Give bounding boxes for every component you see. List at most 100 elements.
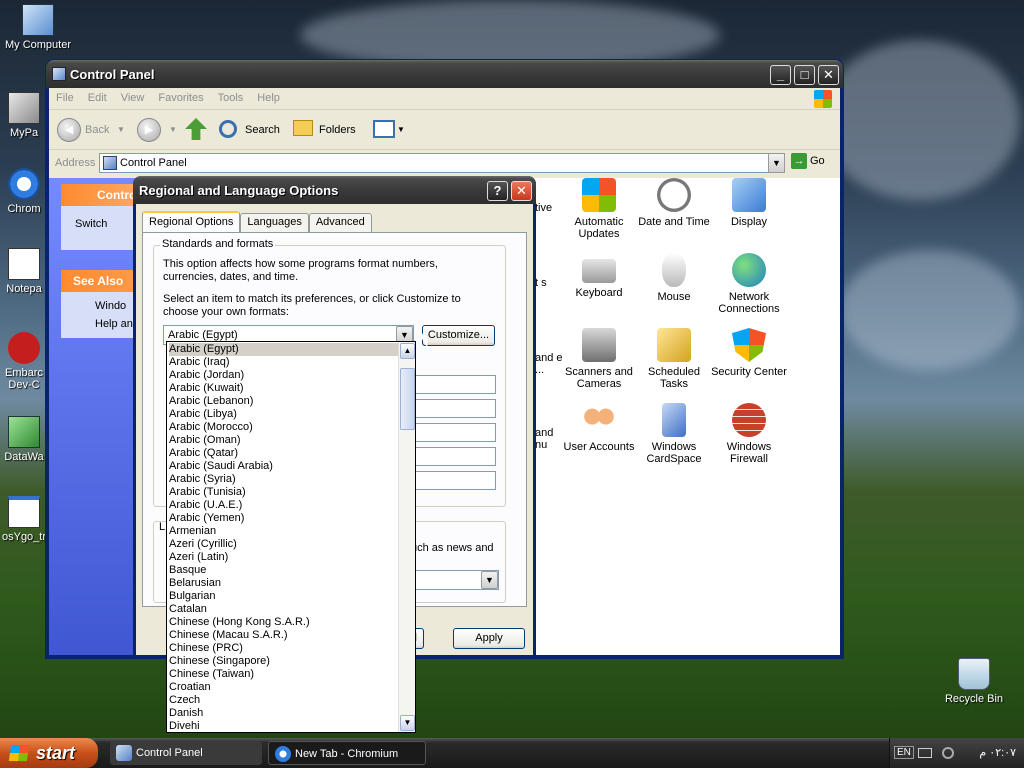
format-list-item[interactable]: Arabic (Tunisia) (169, 486, 246, 499)
back-arrow-icon[interactable]: ◀ (57, 118, 81, 142)
task-label: New Tab - Chromium (295, 748, 399, 760)
menu-file[interactable]: File (49, 88, 81, 104)
address-value: Control Panel (120, 157, 187, 169)
back-dropdown-icon[interactable]: ▼ (117, 118, 125, 142)
mouse-icon (662, 253, 686, 287)
format-list-item[interactable]: Arabic (Egypt) (169, 343, 399, 356)
format-list-item[interactable]: Chinese (Macau S.A.R.) (169, 629, 288, 642)
views-dropdown-icon[interactable]: ▼ (397, 118, 405, 142)
menu-help[interactable]: Help (250, 88, 287, 104)
tab-languages[interactable]: Languages (240, 213, 309, 232)
format-list-item[interactable]: Czech (169, 694, 200, 707)
maximize-button[interactable]: □ (794, 65, 815, 85)
list-scrollbar[interactable]: ▲ ▼ (398, 342, 415, 732)
chevron-down-icon[interactable]: ▼ (481, 571, 498, 589)
cp-item-keyboard[interactable]: Keyboard (561, 253, 637, 299)
format-list-item[interactable]: Chinese (PRC) (169, 642, 243, 655)
cp-item-network-connections[interactable]: Network Connections (711, 253, 787, 315)
scroll-up-icon[interactable]: ▲ (400, 343, 415, 359)
address-dropdown-icon[interactable]: ▼ (768, 153, 785, 173)
cp-item-automatic-updates[interactable]: Automatic Updates (561, 178, 637, 240)
window-title: Control Panel (70, 67, 155, 82)
format-list-item[interactable]: Chinese (Hong Kong S.A.R.) (169, 616, 310, 629)
format-list-item[interactable]: Azeri (Latin) (169, 551, 228, 564)
taskbar-task-control-panel[interactable]: Control Panel (110, 741, 262, 765)
cp-item-mouse[interactable]: Mouse (636, 253, 712, 303)
tray-app-icon[interactable] (942, 747, 954, 759)
scroll-down-icon[interactable]: ▼ (400, 715, 415, 731)
chromium-icon (8, 168, 40, 200)
address-field[interactable]: Control Panel ▼ (99, 153, 785, 173)
cp-item-date-and-time[interactable]: Date and Time (636, 178, 712, 228)
back-button[interactable]: Back (85, 118, 109, 142)
format-list-item[interactable]: Bulgarian (169, 590, 215, 603)
format-list-item[interactable]: Catalan (169, 603, 207, 616)
format-list-item[interactable]: Danish (169, 707, 203, 720)
format-list-item[interactable]: Arabic (Libya) (169, 408, 237, 421)
tab-regional-options[interactable]: Regional Options (142, 211, 241, 233)
up-folder-icon[interactable] (185, 118, 207, 140)
tab-advanced[interactable]: Advanced (308, 213, 372, 232)
go-button[interactable]: → Go (791, 153, 825, 173)
menu-view[interactable]: View (114, 88, 152, 104)
forward-arrow-icon[interactable]: ▶ (137, 118, 161, 142)
see-also-link-help[interactable]: Help an (75, 318, 133, 330)
apply-button[interactable]: Apply (453, 628, 525, 649)
cp-item-display[interactable]: Display (711, 178, 787, 228)
switch-view-link[interactable]: Switch (75, 218, 107, 230)
cp-item-user-accounts[interactable]: User Accounts (561, 403, 637, 453)
notepad-icon (8, 248, 40, 280)
format-list-item[interactable]: Arabic (Jordan) (169, 369, 244, 382)
menu-favorites[interactable]: Favorites (151, 88, 210, 104)
cp-item-security-center[interactable]: Security Center (711, 328, 787, 378)
clock[interactable]: ٠٢:٠٧ م (979, 746, 1016, 759)
format-list-item[interactable]: Chinese (Singapore) (169, 655, 270, 668)
cp-item-windows-cardspace[interactable]: Windows CardSpace (636, 403, 712, 465)
dialog-close-button[interactable]: ✕ (511, 181, 532, 201)
cp-item-scheduled-tasks[interactable]: Scheduled Tasks (636, 328, 712, 390)
format-list-item[interactable]: Arabic (U.A.E.) (169, 499, 242, 512)
folders-button[interactable]: Folders (319, 118, 356, 142)
format-dropdown-list[interactable]: Arabic (Egypt) Arabic (Iraq) Arabic (Jorda… (166, 341, 416, 733)
windows-logo-icon (814, 90, 832, 108)
cp-item-windows-firewall[interactable]: Windows Firewall (711, 403, 787, 465)
desktop-icon-recycle-bin[interactable]: Recycle Bin (934, 658, 1014, 705)
format-list-item[interactable]: Arabic (Lebanon) (169, 395, 253, 408)
start-button[interactable]: start (0, 738, 98, 768)
scroll-thumb[interactable] (400, 368, 415, 430)
views-icon[interactable] (373, 120, 395, 138)
menu-edit[interactable]: Edit (81, 88, 114, 104)
format-list-item[interactable]: Arabic (Saudi Arabia) (169, 460, 273, 473)
format-list-item[interactable]: Belarusian (169, 577, 221, 590)
format-list-item[interactable]: Arabic (Kuwait) (169, 382, 244, 395)
see-also-link-windows[interactable]: Windo (75, 300, 126, 312)
format-list-item[interactable]: Divehi (169, 720, 200, 732)
format-list-item[interactable]: Croatian (169, 681, 211, 694)
format-list-item[interactable]: Arabic (Iraq) (169, 356, 230, 369)
desktop-icon-label: Recycle Bin (944, 693, 1004, 705)
dialog-titlebar[interactable]: Regional and Language Options ? ✕ (133, 176, 536, 204)
customize-button[interactable]: Customize... (422, 325, 495, 346)
menu-tools[interactable]: Tools (211, 88, 251, 104)
format-list-item[interactable]: Arabic (Oman) (169, 434, 241, 447)
minimize-button[interactable]: _ (770, 65, 791, 85)
taskbar-task-chromium[interactable]: New Tab - Chromium (268, 741, 426, 765)
desktop-icon-my-computer[interactable]: My Computer (0, 4, 78, 51)
cp-item-scanners-and-cameras[interactable]: Scanners and Cameras (561, 328, 637, 390)
format-list-item[interactable]: Arabic (Qatar) (169, 447, 238, 460)
control-panel-titlebar[interactable]: Control Panel _ □ ✕ (46, 60, 843, 88)
help-button[interactable]: ? (487, 181, 508, 201)
format-list-item[interactable]: Chinese (Taiwan) (169, 668, 254, 681)
close-button[interactable]: ✕ (818, 65, 839, 85)
format-list-item[interactable]: Armenian (169, 525, 216, 538)
forward-dropdown-icon[interactable]: ▼ (169, 118, 177, 142)
cloud (840, 250, 1020, 370)
format-list-item[interactable]: Azeri (Cyrillic) (169, 538, 237, 551)
format-list-item[interactable]: Arabic (Morocco) (169, 421, 253, 434)
format-list-item[interactable]: Basque (169, 564, 206, 577)
format-list-item[interactable]: Arabic (Yemen) (169, 512, 244, 525)
format-list-item[interactable]: Arabic (Syria) (169, 473, 236, 486)
keyboard-tray-icon[interactable] (918, 748, 932, 758)
search-button[interactable]: Search (245, 118, 280, 142)
language-indicator[interactable]: EN (894, 746, 914, 759)
